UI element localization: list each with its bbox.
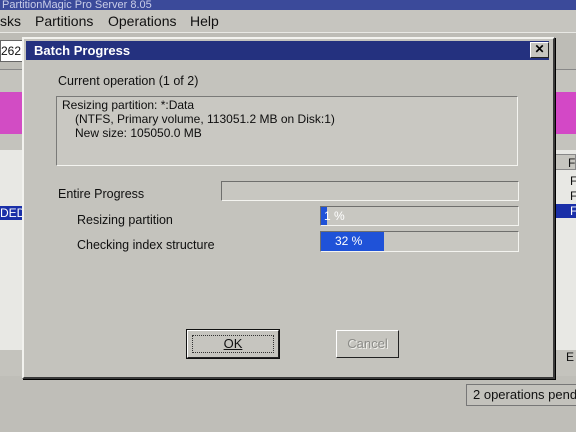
entire-progress-bar — [221, 181, 519, 201]
batch-progress-dialog: Batch Progress ✕ Current operation (1 of… — [22, 37, 555, 379]
dialog-title-bar[interactable]: Batch Progress — [26, 41, 549, 60]
side-label: E — [566, 350, 575, 364]
resizing-progress-bar: 1 % — [320, 206, 519, 226]
operation-line-2: (NTFS, Primary volume, 113051.2 MB on Di… — [75, 112, 335, 126]
current-operation-label: Current operation (1 of 2) — [58, 74, 199, 88]
close-icon[interactable]: ✕ — [530, 42, 549, 58]
menu-help[interactable]: Help — [190, 10, 219, 32]
menu-tasks[interactable]: sks — [0, 10, 21, 32]
menu-operations[interactable]: Operations — [108, 10, 176, 32]
menu-partitions[interactable]: Partitions — [35, 10, 93, 32]
toolbar-disk-field[interactable]: 262 — [0, 40, 24, 62]
cancel-button[interactable]: Cancel — [336, 330, 399, 358]
app-title-bar: PartitionMagic Pro Server 8.05 — [0, 0, 576, 10]
table-row-selected[interactable]: DED — [0, 206, 25, 220]
list-cell: F — [570, 204, 576, 218]
resizing-progress-text: 1 % — [324, 209, 345, 223]
dialog-title: Batch Progress — [34, 43, 131, 58]
list-cell: F — [570, 189, 576, 203]
ok-button[interactable]: OK — [187, 330, 279, 358]
disk-map-partition[interactable] — [0, 92, 22, 134]
menu-bar: sks Partitions Operations Help — [0, 10, 576, 32]
ok-button-focus — [192, 335, 274, 353]
operation-details-box: Resizing partition: *:Data (NTFS, Primar… — [56, 96, 518, 166]
operation-line-3: New size: 105050.0 MB — [75, 126, 202, 140]
task-label-checking-index: Checking index structure — [77, 238, 215, 252]
operation-line-1: Resizing partition: *:Data — [62, 98, 195, 112]
checking-index-progress-bar: 32 % — [320, 231, 519, 252]
list-cell: F — [570, 174, 576, 188]
checking-index-progress-text: 32 % — [335, 234, 363, 248]
task-label-resizing: Resizing partition — [77, 213, 173, 227]
entire-progress-label: Entire Progress — [58, 187, 145, 201]
status-pending-operations: 2 operations pending — [466, 384, 576, 406]
